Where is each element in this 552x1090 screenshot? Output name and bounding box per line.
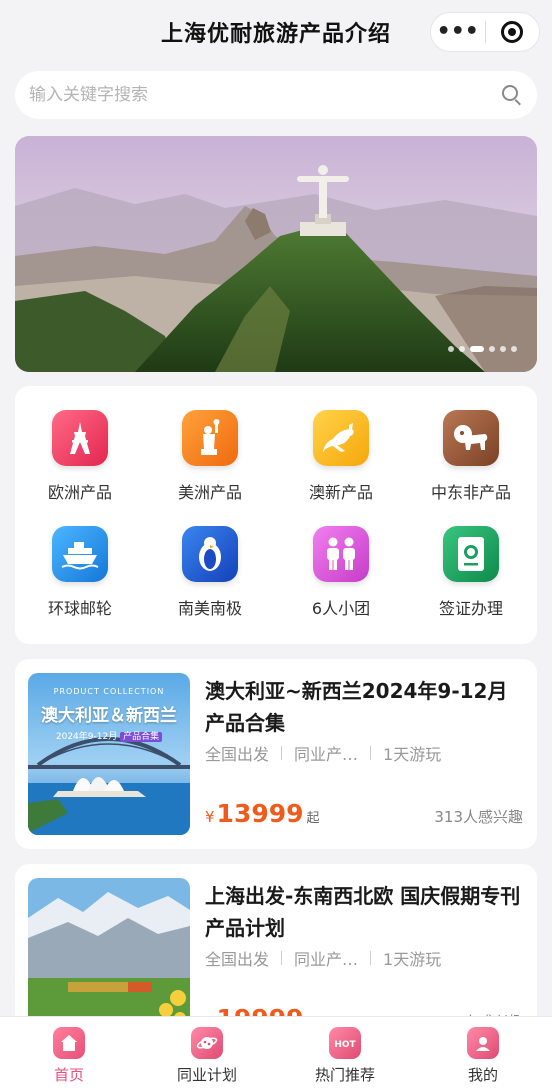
product-meta: 全国出发 同业产… 1天游玩 (205, 946, 441, 970)
product-card[interactable]: PRODUCT COLLECTION 澳大利亚＆新西兰 2024年9-12月 产… (15, 659, 537, 849)
thumb-caption: PRODUCT COLLECTION (53, 687, 165, 696)
tab-label: 同业计划 (176, 1066, 237, 1084)
cruise-ship-icon (52, 526, 108, 582)
category-mideast-africa[interactable]: 中东非产品 (406, 386, 536, 502)
carousel-dot[interactable] (500, 346, 506, 352)
bottom-tab-bar: 首页 同业计划 HOT 热门推荐 我的 (0, 1016, 552, 1090)
carousel-dot[interactable] (459, 346, 465, 352)
product-days: 1天游玩 (383, 950, 442, 969)
tab-hot[interactable]: HOT 热门推荐 (276, 1023, 414, 1085)
tab-home[interactable]: 首页 (0, 1023, 138, 1085)
top-bar: 上海优耐旅游产品介绍 ••• (0, 0, 552, 64)
group-people-icon (313, 526, 369, 582)
more-menu-button[interactable]: ••• (431, 14, 485, 50)
category-oceania[interactable]: 澳新产品 (276, 386, 406, 502)
price-currency: ¥ (205, 808, 215, 826)
product-depart: 全国出发 (205, 745, 270, 764)
home-icon (53, 1027, 85, 1059)
category-label: 澳新产品 (308, 483, 373, 502)
tab-partner-plans[interactable]: 同业计划 (138, 1023, 276, 1085)
category-americas[interactable]: 美洲产品 (145, 386, 275, 502)
product-type: 同业产… (294, 950, 359, 969)
category-label: 欧洲产品 (47, 483, 112, 502)
kangaroo-icon (313, 410, 369, 466)
tab-mine[interactable]: 我的 (414, 1023, 552, 1085)
statue-of-liberty-icon (182, 410, 238, 466)
target-icon (501, 21, 524, 43)
product-title[interactable]: 上海出发-东南西北欧 国庆假期专刊产品计划 (205, 880, 525, 944)
penguin-icon (182, 526, 238, 582)
product-type: 同业产… (294, 745, 359, 764)
meta-divider (370, 746, 372, 760)
product-title[interactable]: 澳大利亚~新西兰2024年9-12月产品合集 (205, 675, 525, 739)
carousel-dot[interactable] (511, 346, 517, 352)
search-icon[interactable] (501, 84, 523, 106)
passport-icon (443, 526, 499, 582)
category-grid: 欧洲产品 美洲产品 澳新产品 中东非产品 环球邮轮 南美南极 6人小团 签证办理 (15, 386, 537, 644)
interest-count: 313人感兴趣 (434, 808, 523, 826)
category-label: 签证办理 (438, 599, 503, 618)
search-input[interactable] (29, 85, 501, 105)
product-depart: 全国出发 (205, 950, 270, 969)
category-europe[interactable]: 欧洲产品 (15, 386, 145, 502)
category-label: 6人小团 (311, 599, 371, 618)
thumb-sub: 2024年9-12月 (55, 732, 118, 742)
meta-divider (281, 746, 283, 760)
price-value: 13999 (216, 799, 304, 828)
product-days: 1天游玩 (383, 745, 442, 764)
banner-image (15, 136, 537, 372)
product-price: ¥ 13999 起 (205, 799, 320, 828)
close-button[interactable] (485, 21, 539, 43)
meta-divider (370, 951, 372, 965)
meta-divider (281, 951, 283, 965)
tab-label: 首页 (53, 1066, 84, 1084)
svg-text:HOT: HOT (334, 1040, 356, 1050)
carousel-dot[interactable] (489, 346, 495, 352)
profile-icon (467, 1027, 499, 1059)
thumb-headline: 澳大利亚＆新西兰 (41, 706, 177, 726)
price-suffix: 起 (306, 811, 320, 826)
lion-icon (443, 410, 499, 466)
carousel-dot[interactable] (448, 346, 454, 352)
category-label: 中东非产品 (430, 483, 511, 502)
search-bar (15, 71, 537, 119)
category-cruise[interactable]: 环球邮轮 (15, 502, 145, 618)
category-south-america[interactable]: 南美南极 (145, 502, 275, 618)
thumb-subline: 2024年9-12月 产品合集 (28, 729, 190, 742)
category-label: 环球邮轮 (47, 599, 112, 618)
category-label: 南美南极 (177, 599, 242, 618)
category-small-group[interactable]: 6人小团 (276, 502, 406, 618)
tab-label: 热门推荐 (314, 1066, 375, 1084)
thumb-tag: 产品合集 (120, 732, 163, 742)
banner-carousel[interactable] (15, 136, 537, 372)
product-thumbnail: PRODUCT COLLECTION 澳大利亚＆新西兰 2024年9-12月 产… (28, 673, 190, 835)
category-label: 美洲产品 (177, 483, 242, 502)
carousel-indicator[interactable] (448, 346, 517, 352)
eiffel-tower-icon (52, 410, 108, 466)
carousel-dot-active[interactable] (470, 346, 484, 352)
product-meta: 全国出发 同业产… 1天游玩 (205, 741, 441, 765)
mini-program-capsule: ••• (430, 12, 540, 52)
hot-icon: HOT (329, 1027, 361, 1059)
planet-icon (191, 1027, 223, 1059)
category-visa[interactable]: 签证办理 (406, 502, 536, 618)
tab-label: 我的 (467, 1066, 498, 1084)
